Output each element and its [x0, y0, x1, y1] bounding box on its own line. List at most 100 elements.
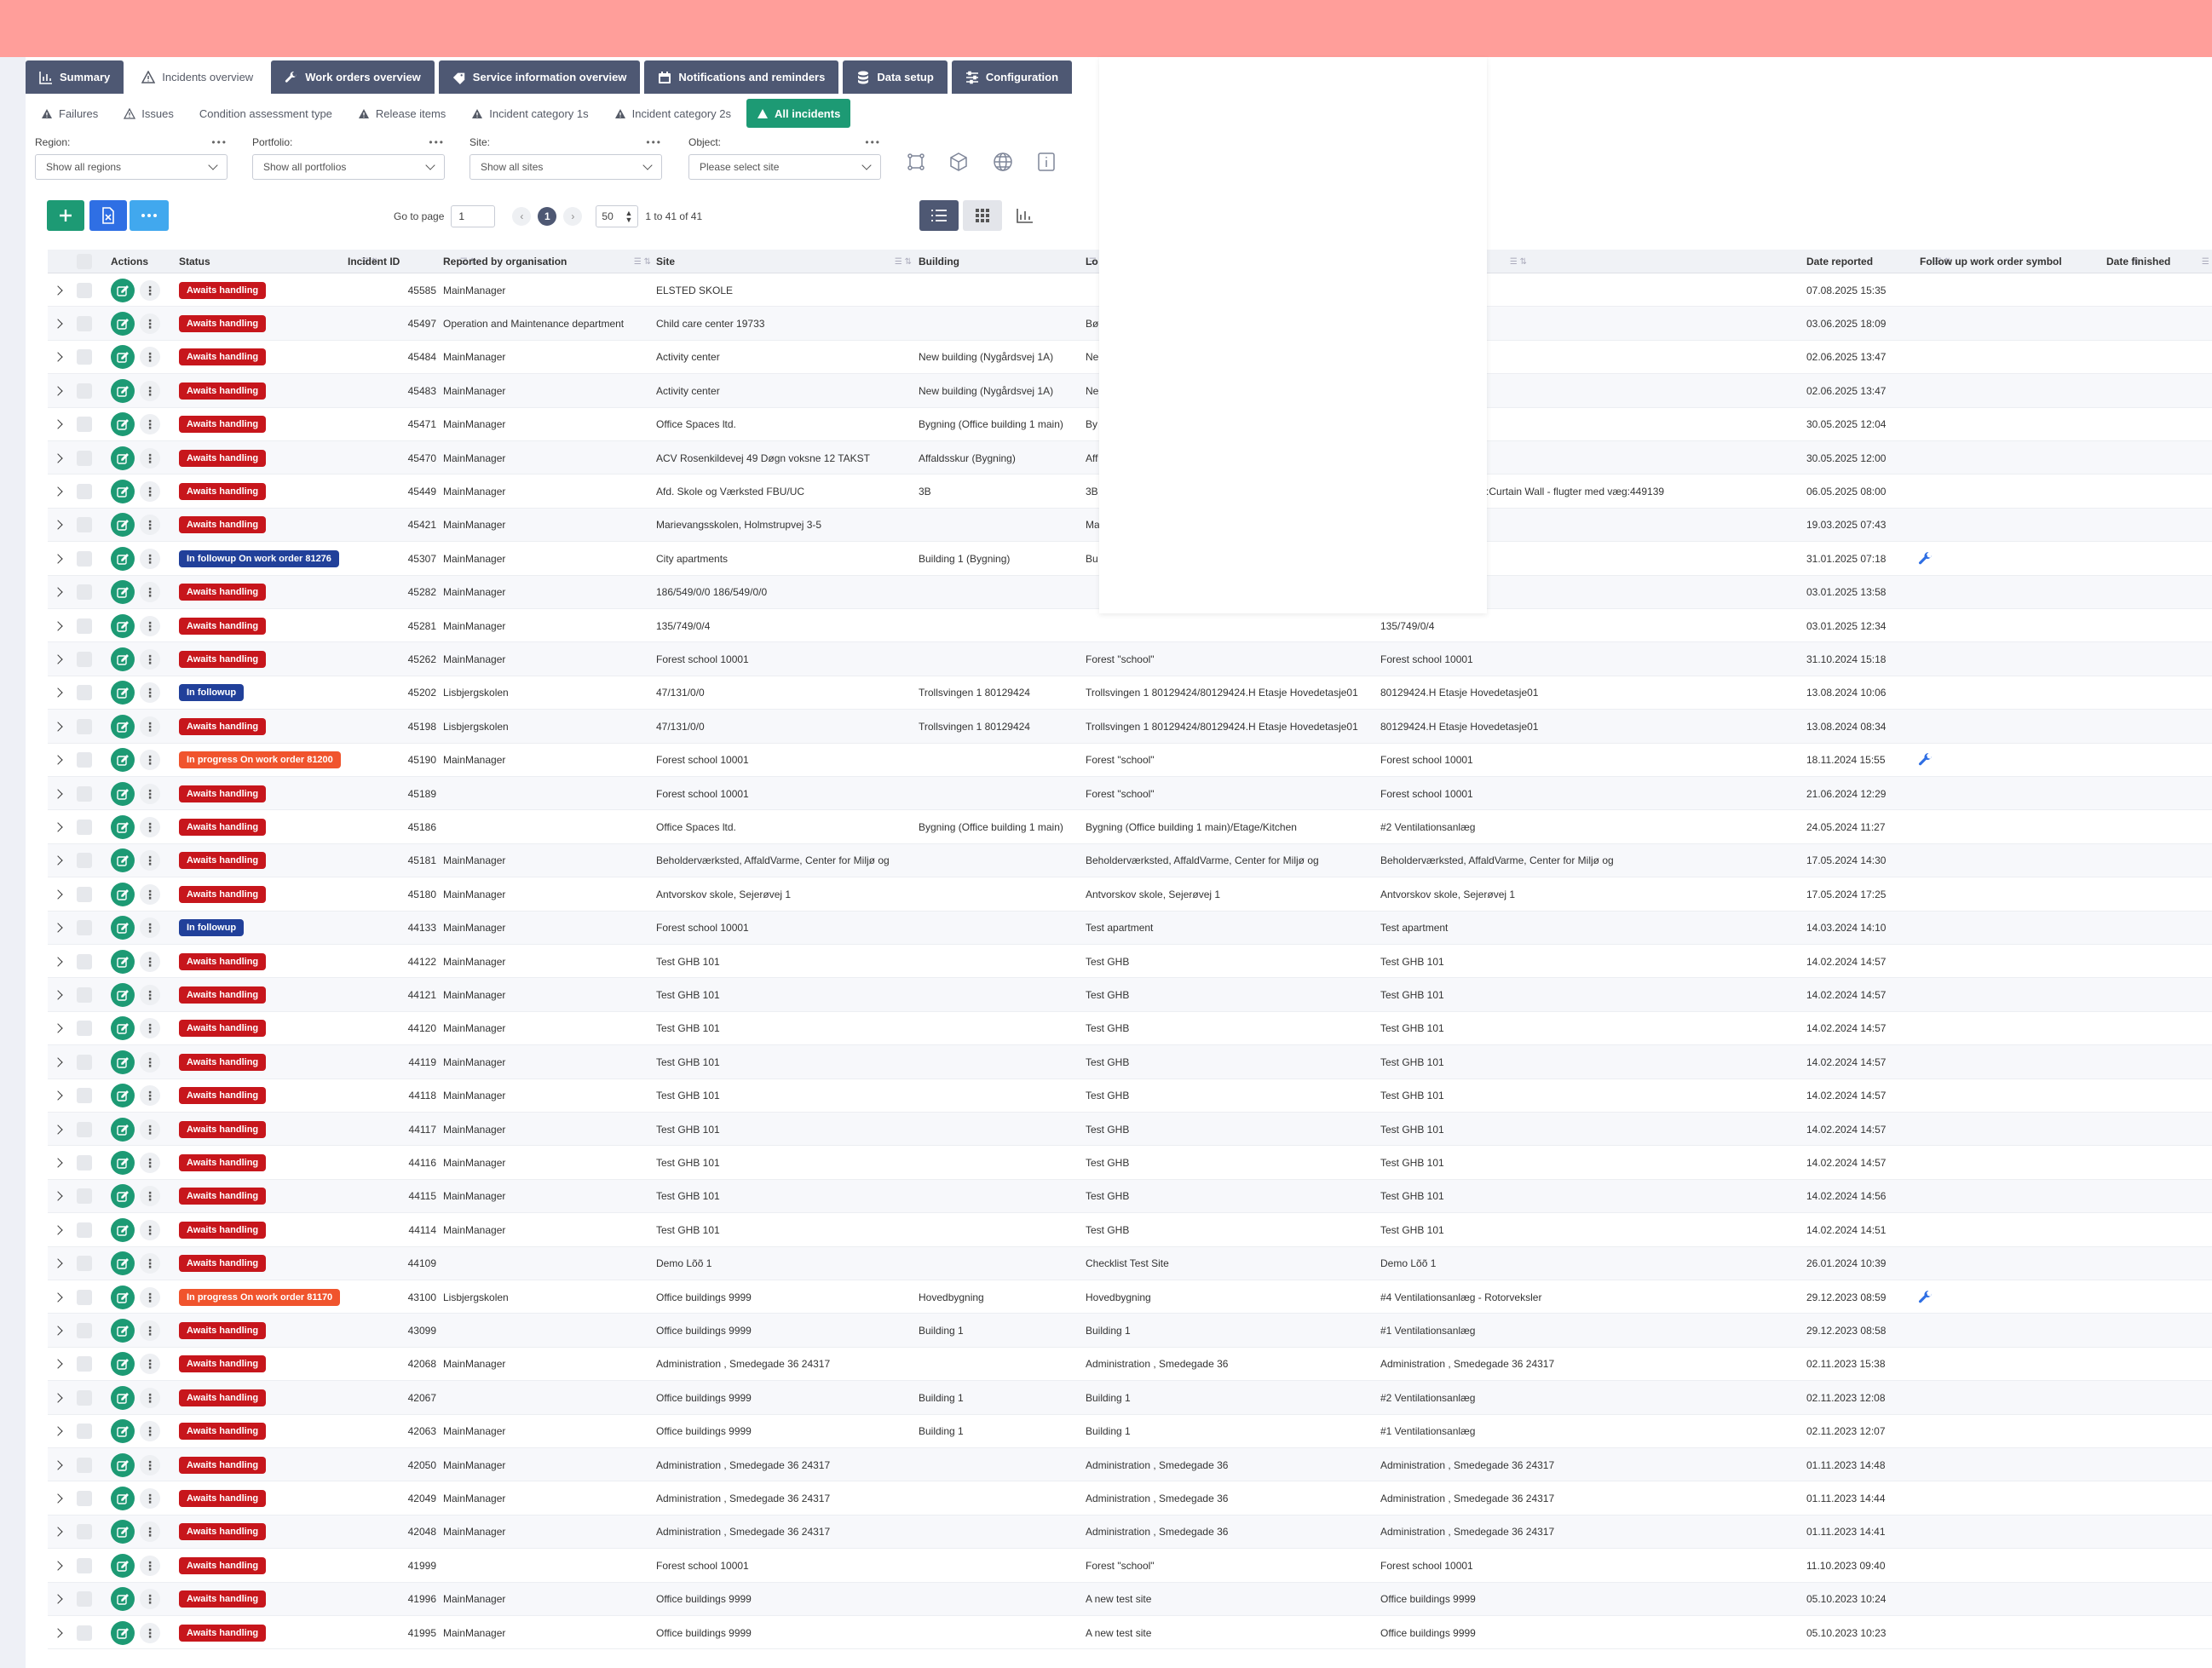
tab-data-setup[interactable]: Data setup [843, 60, 948, 94]
table-row[interactable]: ⋮ Awaits handling 42048 MainManager Administ… [48, 1515, 2212, 1550]
list-view-button[interactable] [919, 200, 959, 231]
row-checkbox[interactable] [77, 1180, 94, 1213]
table-row[interactable]: ⋮ Awaits handling 44115 MainManager Test GHB… [48, 1179, 2212, 1214]
subtab-release-items[interactable]: Release items [348, 99, 456, 128]
filter-options-icon[interactable]: ••• [211, 136, 228, 152]
table-row[interactable]: ⋮ In progress On work order 81200 45190 Mai… [48, 744, 2212, 777]
row-menu-button[interactable]: ⋮ [140, 1549, 162, 1582]
table-row[interactable]: ⋮ Awaits handling 45186 Office Spaces ltd. B… [48, 810, 2212, 844]
expand-row-icon[interactable] [55, 475, 65, 508]
row-checkbox[interactable] [77, 1481, 94, 1515]
row-menu-button[interactable]: ⋮ [140, 1079, 162, 1113]
row-checkbox[interactable] [77, 1247, 94, 1280]
row-checkbox[interactable] [77, 912, 94, 945]
chart-view-button[interactable] [1005, 200, 1045, 231]
row-checkbox[interactable] [77, 1583, 94, 1616]
row-menu-button[interactable]: ⋮ [140, 945, 162, 978]
expand-row-icon[interactable] [55, 374, 65, 407]
edit-button[interactable] [111, 441, 136, 475]
wrench-icon[interactable] [1918, 744, 1938, 777]
row-menu-button[interactable]: ⋮ [140, 844, 162, 877]
row-menu-button[interactable]: ⋮ [140, 1448, 162, 1481]
row-checkbox[interactable] [77, 1448, 94, 1481]
expand-row-icon[interactable] [55, 1549, 65, 1582]
expand-row-icon[interactable] [55, 978, 65, 1011]
subtab-failures[interactable]: Failures [31, 99, 108, 128]
table-row[interactable]: ⋮ In followup 44133 MainManager Forest schoo… [48, 911, 2212, 945]
expand-row-icon[interactable] [55, 945, 65, 978]
row-menu-button[interactable]: ⋮ [140, 576, 162, 609]
expand-row-icon[interactable] [55, 1415, 65, 1448]
row-checkbox[interactable] [77, 810, 94, 843]
expand-row-icon[interactable] [55, 1280, 65, 1314]
filter-select[interactable]: Show all portfolios [252, 154, 445, 180]
row-menu-button[interactable]: ⋮ [140, 1012, 162, 1045]
row-checkbox[interactable] [77, 1113, 94, 1146]
row-menu-button[interactable]: ⋮ [140, 509, 162, 542]
subtab-issues[interactable]: Issues [113, 99, 184, 128]
cube-icon[interactable] [946, 149, 971, 175]
row-checkbox[interactable] [77, 1415, 94, 1448]
subtab-incident-category-2s[interactable]: Incident category 2s [604, 99, 741, 128]
row-checkbox[interactable] [77, 1616, 94, 1649]
filter-select[interactable]: Please select site [688, 154, 881, 180]
row-menu-button[interactable]: ⋮ [140, 1616, 162, 1649]
expand-row-icon[interactable] [55, 1146, 65, 1179]
wrench-icon[interactable] [1918, 1280, 1938, 1314]
table-row[interactable]: ⋮ Awaits handling 41995 MainManager Office b… [48, 1616, 2212, 1650]
table-row[interactable]: ⋮ Awaits handling 43099 Office buildings 99… [48, 1314, 2212, 1348]
edit-button[interactable] [111, 844, 136, 877]
row-checkbox[interactable] [77, 475, 94, 508]
row-checkbox[interactable] [77, 978, 94, 1011]
expand-row-icon[interactable] [55, 1616, 65, 1649]
row-menu-button[interactable]: ⋮ [140, 744, 162, 777]
grid-view-button[interactable] [963, 200, 1002, 231]
row-menu-button[interactable]: ⋮ [140, 710, 162, 743]
table-row[interactable]: ⋮ Awaits handling 45198 Lisbjergskolen 47/13… [48, 710, 2212, 744]
next-page-button[interactable]: › [563, 207, 583, 226]
export-excel-button[interactable] [89, 200, 127, 231]
table-row[interactable]: ⋮ In progress On work order 81170 43100 Lis… [48, 1280, 2212, 1314]
row-menu-button[interactable]: ⋮ [140, 341, 162, 374]
filter-select[interactable]: Show all regions [35, 154, 228, 180]
expand-row-icon[interactable] [55, 1381, 65, 1414]
expand-row-icon[interactable] [55, 1213, 65, 1246]
row-menu-button[interactable]: ⋮ [140, 877, 162, 911]
row-checkbox[interactable] [77, 542, 94, 575]
tab-notifications-and-reminders[interactable]: Notifications and reminders [644, 60, 839, 94]
edit-button[interactable] [111, 744, 136, 777]
expand-row-icon[interactable] [55, 810, 65, 843]
edit-button[interactable] [111, 1247, 136, 1280]
row-menu-button[interactable]: ⋮ [140, 1381, 162, 1414]
table-row[interactable]: ⋮ Awaits handling 44121 MainManager Test GHB… [48, 978, 2212, 1012]
edit-button[interactable] [111, 408, 136, 441]
expand-row-icon[interactable] [55, 1079, 65, 1113]
edit-button[interactable] [111, 1280, 136, 1314]
row-checkbox[interactable] [77, 945, 94, 978]
tab-work-orders-overview[interactable]: Work orders overview [271, 60, 435, 94]
row-menu-button[interactable]: ⋮ [140, 1481, 162, 1515]
row-menu-button[interactable]: ⋮ [140, 1213, 162, 1246]
expand-row-icon[interactable] [55, 877, 65, 911]
expand-row-icon[interactable] [55, 1180, 65, 1213]
edit-button[interactable] [111, 1583, 136, 1616]
edit-button[interactable] [111, 341, 136, 374]
page-number-input[interactable] [451, 205, 496, 227]
row-checkbox[interactable] [77, 1516, 94, 1549]
row-checkbox[interactable] [77, 1381, 94, 1414]
edit-button[interactable] [111, 1146, 136, 1179]
edit-button[interactable] [111, 1012, 136, 1045]
row-checkbox[interactable] [77, 877, 94, 911]
prev-page-button[interactable]: ‹ [512, 207, 532, 226]
edit-button[interactable] [111, 1481, 136, 1515]
expand-row-icon[interactable] [55, 642, 65, 676]
table-row[interactable]: ⋮ Awaits handling 42068 MainManager Administ… [48, 1348, 2212, 1382]
table-row[interactable]: ⋮ Awaits handling 42067 Office buildings 99… [48, 1381, 2212, 1415]
edit-button[interactable] [111, 542, 136, 575]
row-checkbox[interactable] [77, 408, 94, 441]
edit-button[interactable] [111, 1314, 136, 1347]
row-checkbox[interactable] [77, 1012, 94, 1045]
row-checkbox[interactable] [77, 1549, 94, 1582]
table-row[interactable]: ⋮ Awaits handling 44122 MainManager Test GHB… [48, 945, 2212, 979]
filter-options-icon[interactable]: ••• [865, 136, 881, 152]
